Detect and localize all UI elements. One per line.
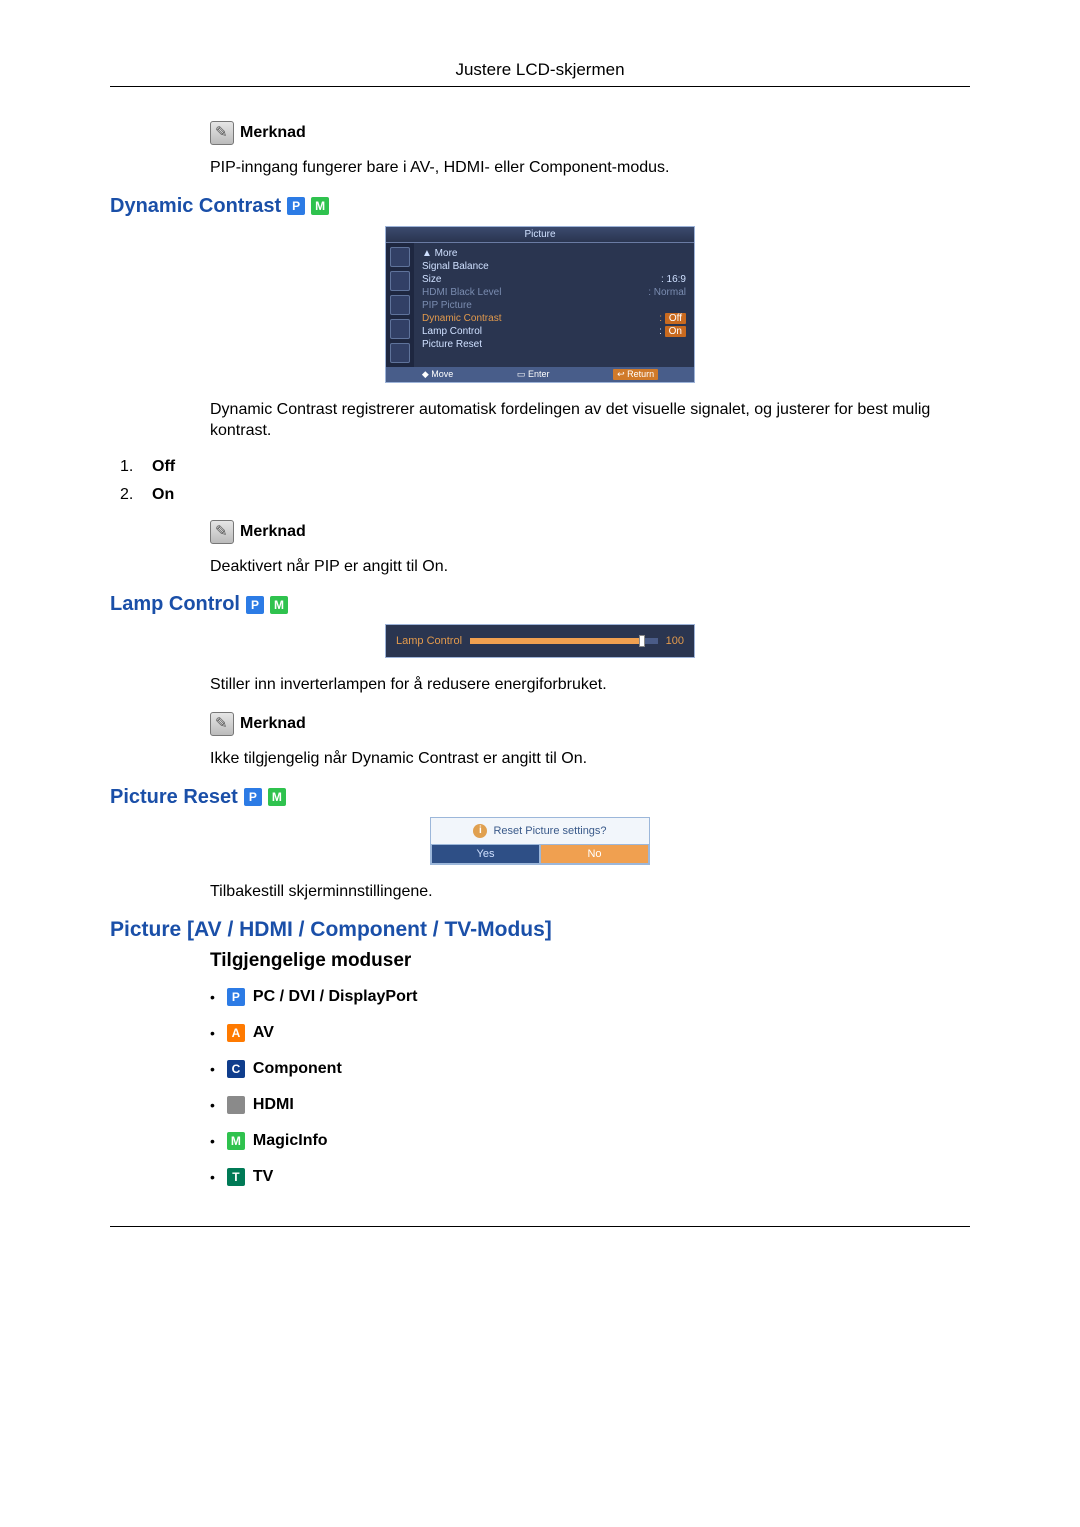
section-dynamic-contrast: Dynamic Contrast P M: [110, 195, 970, 218]
reset-no-button[interactable]: No: [540, 844, 649, 864]
mode-av: • A AV: [210, 1024, 970, 1042]
osd-picture-reset: i Reset Picture settings? Yes No: [430, 817, 650, 865]
osd-more: ▲ More: [422, 248, 457, 259]
note-pip-on: Deaktivert når PIP er angitt til On.: [210, 556, 970, 578]
note-label: Merknad: [240, 523, 306, 541]
note-icon: [210, 712, 234, 736]
osd-hdmi-black: HDMI Black Level: [422, 287, 501, 298]
info-icon: i: [473, 824, 487, 838]
reset-yes-button[interactable]: Yes: [431, 844, 540, 864]
mode-hdmi: • HDMI: [210, 1096, 970, 1114]
osd-dynamic-contrast: Dynamic Contrast: [422, 313, 501, 324]
available-modes-subheading: Tilgjengelige moduser: [210, 950, 970, 972]
badge-a-icon: A: [227, 1024, 245, 1042]
osd-side-icon: [390, 343, 410, 363]
note-icon: [210, 121, 234, 145]
badge-p-icon: P: [246, 596, 264, 614]
badge-m-icon: M: [227, 1132, 245, 1150]
osd-side-icon: [390, 319, 410, 339]
badge-c-icon: C: [227, 1060, 245, 1078]
dynamic-contrast-desc: Dynamic Contrast registrerer automatisk …: [210, 399, 970, 442]
badge-h-icon: [227, 1096, 245, 1114]
osd-dynamic-contrast-val: Off: [665, 313, 686, 324]
mode-component: • C Component: [210, 1060, 970, 1078]
lamp-slider-handle[interactable]: [639, 635, 645, 647]
note-label: Merknad: [240, 124, 306, 142]
badge-m-icon: M: [270, 596, 288, 614]
page-header: Justere LCD-skjermen: [110, 60, 970, 87]
osd-footer-return: ↩ Return: [613, 369, 658, 380]
badge-p-icon: P: [244, 788, 262, 806]
osd-lamp-control: Lamp Control: [422, 326, 482, 337]
note-icon: [210, 520, 234, 544]
lamp-value: 100: [666, 635, 684, 647]
picture-reset-title: Picture Reset: [110, 786, 238, 809]
osd-side-icon: [390, 271, 410, 291]
section-picture-reset: Picture Reset P M: [110, 786, 970, 809]
osd-side-icon: [390, 247, 410, 267]
section-picture-modes: Picture [AV / HDMI / Component / TV-Modu…: [110, 918, 970, 942]
lamp-control-title: Lamp Control: [110, 593, 240, 616]
osd-picture-menu: Picture ▲ More Signal Balance Size : 16:9…: [385, 226, 695, 383]
option-off: 1.Off: [120, 458, 970, 476]
badge-t-icon: T: [227, 1168, 245, 1186]
osd-title: Picture: [386, 227, 694, 243]
mode-magicinfo: • M MagicInfo: [210, 1132, 970, 1150]
dynamic-contrast-title: Dynamic Contrast: [110, 195, 281, 218]
picture-reset-desc: Tilbakestill skjerminnstillingene.: [210, 881, 970, 903]
section-lamp-control: Lamp Control P M: [110, 593, 970, 616]
option-on: 2.On: [120, 486, 970, 504]
note-pip-input: PIP-inngang fungerer bare i AV-, HDMI- e…: [210, 157, 970, 179]
osd-side-icon: [390, 295, 410, 315]
lamp-control-desc: Stiller inn inverterlampen for å reduser…: [210, 674, 970, 696]
osd-pip-picture: PIP Picture: [422, 300, 472, 311]
note-label: Merknad: [240, 715, 306, 733]
footer-line: [110, 1226, 970, 1227]
osd-hdmi-black-val: : Normal: [648, 287, 686, 298]
badge-p-icon: P: [287, 197, 305, 215]
badge-m-icon: M: [268, 788, 286, 806]
osd-lamp-control: Lamp Control 100: [385, 624, 695, 658]
osd-footer-enter: ▭ Enter: [517, 369, 550, 380]
osd-lamp-control-val: On: [665, 326, 686, 337]
reset-question: Reset Picture settings?: [493, 825, 606, 837]
osd-signal-balance: Signal Balance: [422, 261, 489, 272]
osd-footer-move: ◆ Move: [422, 369, 453, 380]
osd-size-val: : 16:9: [661, 274, 686, 285]
lamp-label: Lamp Control: [396, 635, 462, 647]
osd-picture-reset: Picture Reset: [422, 339, 482, 350]
badge-m-icon: M: [311, 197, 329, 215]
badge-p-icon: P: [227, 988, 245, 1006]
lamp-slider[interactable]: [470, 638, 658, 644]
note-dc-on: Ikke tilgjengelig når Dynamic Contrast e…: [210, 748, 970, 770]
mode-tv: • T TV: [210, 1168, 970, 1186]
mode-pc: • P PC / DVI / DisplayPort: [210, 988, 970, 1006]
picture-modes-title: Picture [AV / HDMI / Component / TV-Modu…: [110, 918, 552, 942]
osd-size: Size: [422, 274, 441, 285]
